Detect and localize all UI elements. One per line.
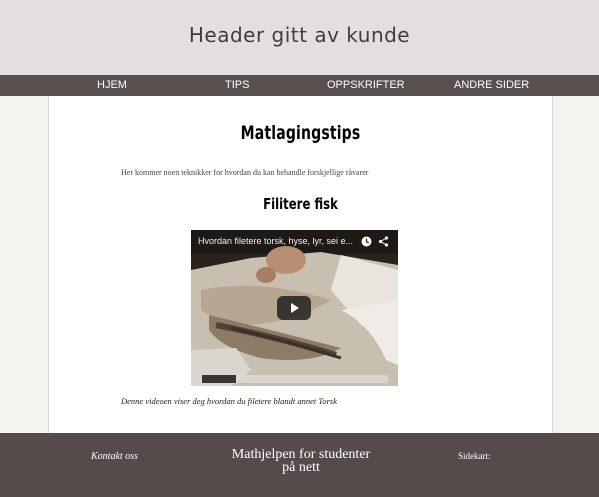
main-nav: HJEM TIPS OPPSKRIFTER ANDRE SIDER	[0, 75, 599, 96]
header-title: Header gitt av kunde	[188, 22, 411, 47]
video-caption: Denne videoen viser deg hvordan du filet…	[121, 396, 337, 406]
nav-item-tips[interactable]: TIPS	[225, 75, 249, 96]
channel-logo	[202, 375, 236, 383]
video-title: Hvordan filetere torsk, hyse, lyr, sei e…	[198, 236, 354, 246]
intro-text: Her kommer noen teknikker for hvordan du…	[121, 168, 369, 177]
left-sidebar	[0, 96, 49, 433]
contact-link[interactable]: Kontakt oss	[91, 451, 138, 462]
page-title: Matlagingstips	[240, 122, 361, 144]
video-player[interactable]: Hvordan filetere torsk, hyse, lyr, sei e…	[191, 230, 398, 386]
site-footer: Kontakt oss Mathjelpen for studenter på …	[0, 433, 599, 497]
nav-item-hjem[interactable]: HJEM	[97, 75, 127, 96]
nav-item-oppskrifter[interactable]: OPPSKRIFTER	[327, 75, 405, 96]
main-content: Matlagingstips Her kommer noen teknikker…	[49, 96, 552, 433]
nav-item-andre-sider[interactable]: ANDRE SIDER	[454, 75, 529, 96]
footer-tagline-line2: på nett	[282, 460, 320, 475]
clock-icon[interactable]	[361, 236, 372, 247]
right-sidebar	[552, 96, 599, 433]
sitemap-label: Sidekart:	[458, 451, 491, 461]
section-title: Filitere fisk	[263, 195, 338, 213]
footer-tagline: Mathjelpen for studenter på nett	[190, 448, 412, 475]
share-icon[interactable]	[378, 236, 389, 247]
video-watermark-bar	[201, 375, 388, 383]
play-icon[interactable]	[277, 296, 311, 320]
site-header: Header gitt av kunde	[0, 0, 599, 75]
